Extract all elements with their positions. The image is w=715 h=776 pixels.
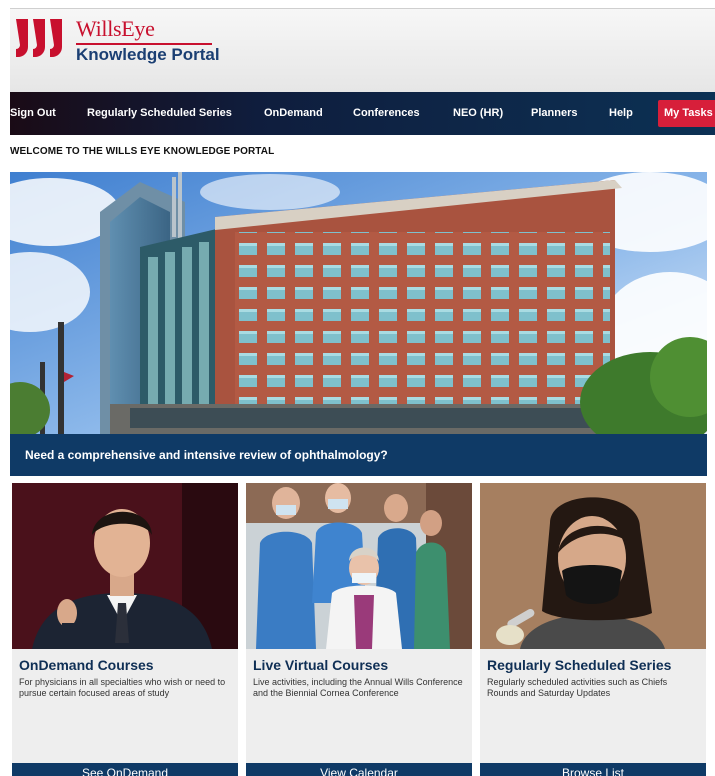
nav-conferences[interactable]: Conferences — [353, 92, 420, 135]
nav-regularly-scheduled-series[interactable]: Regularly Scheduled Series — [87, 92, 232, 135]
card-title: Regularly Scheduled Series — [487, 657, 672, 673]
welcome-heading: WELCOME TO THE WILLS EYE KNOWLEDGE PORTA… — [10, 146, 275, 157]
brand-name: WillsEye — [76, 16, 155, 41]
card-description: Live activities, including the Annual Wi… — [253, 677, 463, 698]
card-regularly-scheduled-series: Regularly Scheduled Series Regularly sch… — [480, 483, 706, 776]
brand-subtitle: Knowledge Portal — [76, 45, 220, 64]
hero-image — [10, 172, 707, 434]
main-nav: Sign Out Regularly Scheduled Series OnDe… — [10, 92, 715, 135]
card-live-virtual-courses: Live Virtual Courses Live activities, in… — [246, 483, 472, 776]
view-calendar-button[interactable]: View Calendar — [246, 763, 472, 776]
see-ondemand-button[interactable]: See OnDemand — [12, 763, 238, 776]
presenter-photo — [480, 483, 706, 649]
triple-bar-logo-icon[interactable] — [14, 15, 66, 67]
site-header: WillsEye Knowledge Portal — [10, 8, 715, 92]
card-description: For physicians in all specialties who wi… — [19, 677, 226, 698]
card-title: OnDemand Courses — [19, 657, 154, 673]
nav-planners[interactable]: Planners — [531, 92, 577, 135]
card-description: Regularly scheduled activities such as C… — [487, 677, 668, 698]
browse-list-button[interactable]: Browse List — [480, 763, 706, 776]
card-title: Live Virtual Courses — [253, 657, 389, 673]
hero-banner-link[interactable]: Need a comprehensive and intensive revie… — [10, 434, 707, 476]
nav-ondemand[interactable]: OnDemand — [264, 92, 323, 135]
nav-help[interactable]: Help — [609, 92, 633, 135]
card-ondemand-courses: OnDemand Courses For physicians in all s… — [12, 483, 238, 776]
nav-sign-out[interactable]: Sign Out — [10, 92, 56, 135]
nav-neo-hr[interactable]: NEO (HR) — [453, 92, 503, 135]
speaker-photo — [12, 483, 238, 649]
medical-staff-photo — [246, 483, 472, 649]
nav-my-tasks[interactable]: My Tasks — [658, 100, 715, 127]
